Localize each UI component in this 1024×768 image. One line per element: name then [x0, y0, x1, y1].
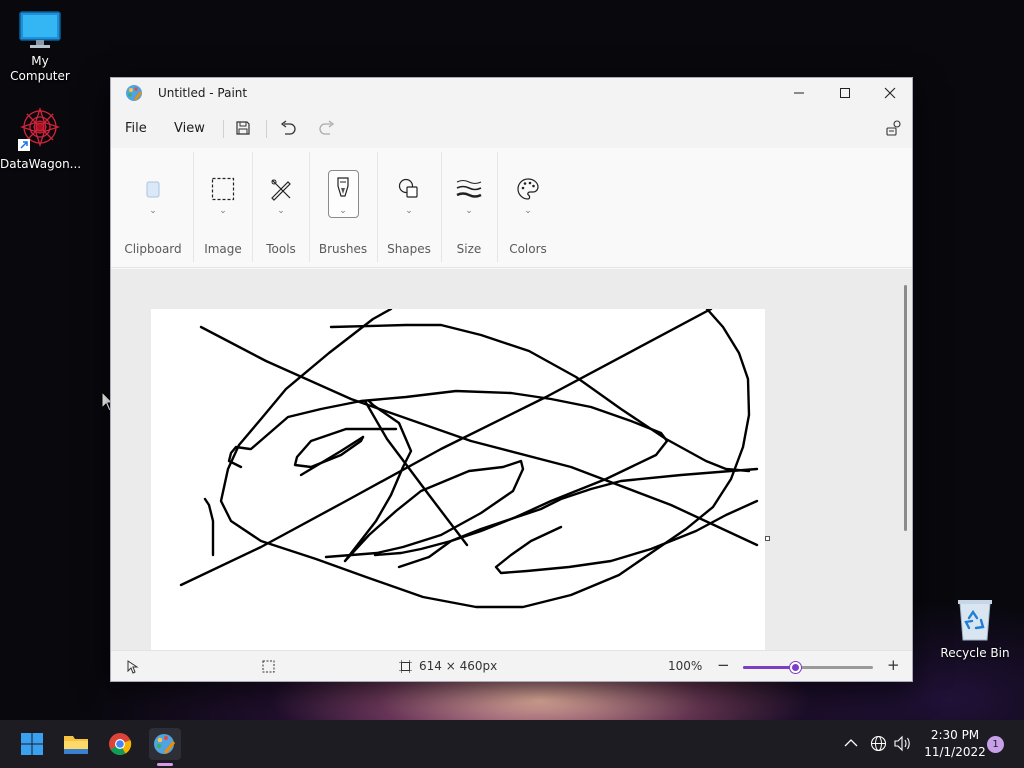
taskbar-chrome[interactable] [104, 728, 136, 760]
drawing-canvas[interactable] [151, 309, 765, 650]
datawagon-app-icon [18, 106, 61, 151]
palette-icon [513, 174, 543, 204]
redo-icon [319, 120, 335, 135]
clock-date[interactable]: 11/1/2022 [918, 745, 992, 759]
ribbon-group-size[interactable]: ⌄ Size [443, 148, 495, 268]
taskbar-paint[interactable] [149, 728, 181, 760]
windows-start-icon [21, 733, 43, 755]
ribbon: ⌄ Clipboard ⌄ Image ⌄ Tools ⌄ Brushes ⌄ … [111, 148, 912, 268]
zoom-slider-fill [743, 666, 795, 669]
share-button[interactable] [884, 118, 904, 138]
ribbon-divider [377, 152, 378, 262]
chevron-down-icon: ⌄ [465, 206, 473, 216]
taskbar: 2:30 PM 11/1/2022 [0, 720, 1024, 768]
ribbon-group-label: Tools [266, 242, 296, 256]
minimize-icon [794, 92, 804, 94]
canvas-workspace [111, 269, 912, 650]
ribbon-divider [193, 152, 194, 262]
ribbon-divider [497, 152, 498, 262]
ribbon-group-label: Size [456, 242, 482, 256]
monitor-icon [19, 11, 61, 48]
close-icon [884, 87, 896, 99]
save-icon [236, 121, 250, 135]
zoom-slider-thumb[interactable] [790, 662, 801, 673]
ribbon-group-label: Clipboard [124, 242, 182, 256]
ribbon-group-label: Shapes [387, 242, 431, 256]
recycle-bin-icon [958, 600, 992, 641]
ribbon-group-label: Brushes [318, 242, 368, 256]
ribbon-divider [309, 152, 310, 262]
menu-view[interactable]: View [174, 121, 205, 136]
ribbon-group-label: Colors [509, 242, 547, 256]
maximize-icon [840, 88, 850, 98]
zoom-percentage[interactable]: 100% [668, 659, 702, 673]
speaker-volume-icon[interactable] [894, 735, 912, 752]
brush-icon [328, 174, 358, 204]
menu-divider [223, 120, 224, 138]
status-bar: 614 × 460px 100% − + [111, 650, 912, 681]
menu-file[interactable]: File [125, 121, 147, 136]
clipboard-icon [138, 174, 168, 204]
redo-button[interactable] [317, 118, 337, 138]
zoom-slider[interactable] [743, 662, 873, 673]
ribbon-group-brushes[interactable]: ⌄ Brushes [311, 148, 375, 268]
chevron-down-icon: ⌄ [339, 206, 347, 216]
chevron-down-icon: ⌄ [405, 206, 413, 216]
taskbar-file-explorer[interactable] [60, 728, 92, 760]
menu-bar: File View [111, 108, 912, 148]
chevron-down-icon: ⌄ [524, 206, 532, 216]
ribbon-group-colors[interactable]: ⌄ Colors [499, 148, 557, 268]
title-bar[interactable]: Untitled - Paint [111, 78, 912, 108]
clock-time[interactable]: 2:30 PM [920, 728, 990, 742]
shapes-icon [394, 174, 424, 204]
paint-app-icon [154, 734, 176, 754]
ribbon-group-image[interactable]: ⌄ Image [195, 148, 251, 268]
desktop-icon-label: DataWagon... [0, 157, 82, 171]
folder-icon [64, 736, 88, 754]
ribbon-divider [441, 152, 442, 262]
start-button[interactable] [16, 728, 48, 760]
ribbon-group-clipboard[interactable]: ⌄ Clipboard [121, 148, 185, 268]
desktop-icon-datawagon[interactable]: DataWagon... [0, 105, 82, 172]
chevron-down-icon: ⌄ [219, 206, 227, 216]
zoom-out-button[interactable]: − [717, 656, 730, 674]
undo-button[interactable] [278, 118, 298, 138]
cursor-position-icon [127, 660, 139, 674]
paint-window: Untitled - Paint File View ⌄ Clipboard ⌄… [110, 77, 913, 682]
close-button[interactable] [867, 78, 913, 108]
menu-divider [266, 120, 267, 138]
minimize-button[interactable] [776, 78, 822, 108]
chevron-down-icon: ⌄ [149, 206, 157, 216]
zoom-in-button[interactable]: + [887, 656, 900, 674]
desktop-icon-my-computer[interactable]: My Computer [0, 10, 80, 84]
pencil-tools-icon [266, 174, 296, 204]
selection-size-icon [262, 660, 275, 673]
ribbon-group-tools[interactable]: ⌄ Tools [254, 148, 308, 268]
window-title: Untitled - Paint [158, 86, 248, 100]
canvas-size-label: 614 × 460px [419, 659, 498, 673]
globe-network-icon[interactable] [870, 735, 887, 752]
settings-share-icon [886, 120, 901, 136]
chrome-browser-icon [109, 733, 132, 755]
chevron-down-icon: ⌄ [277, 206, 285, 216]
undo-icon [280, 120, 296, 135]
desktop-icon-label: My Computer [10, 54, 70, 83]
desktop-icon-recycle-bin[interactable]: Recycle Bin [935, 598, 1015, 661]
notification-badge[interactable]: 1 [987, 736, 1004, 753]
ribbon-group-label: Image [204, 242, 242, 256]
canvas-resize-handle[interactable] [765, 536, 770, 541]
paint-app-icon [126, 85, 142, 101]
chevron-up-icon[interactable] [844, 738, 858, 748]
maximize-button[interactable] [822, 78, 868, 108]
canvas-size-icon [399, 660, 412, 673]
selection-rectangle-icon [208, 174, 238, 204]
ribbon-divider [252, 152, 253, 262]
desktop-icon-label: Recycle Bin [940, 646, 1010, 660]
freehand-drawing [179, 309, 759, 609]
line-size-icon [454, 174, 484, 204]
vertical-scrollbar[interactable] [904, 285, 907, 531]
ribbon-group-shapes[interactable]: ⌄ Shapes [379, 148, 439, 268]
save-button[interactable] [233, 118, 253, 138]
active-app-indicator [157, 763, 173, 766]
